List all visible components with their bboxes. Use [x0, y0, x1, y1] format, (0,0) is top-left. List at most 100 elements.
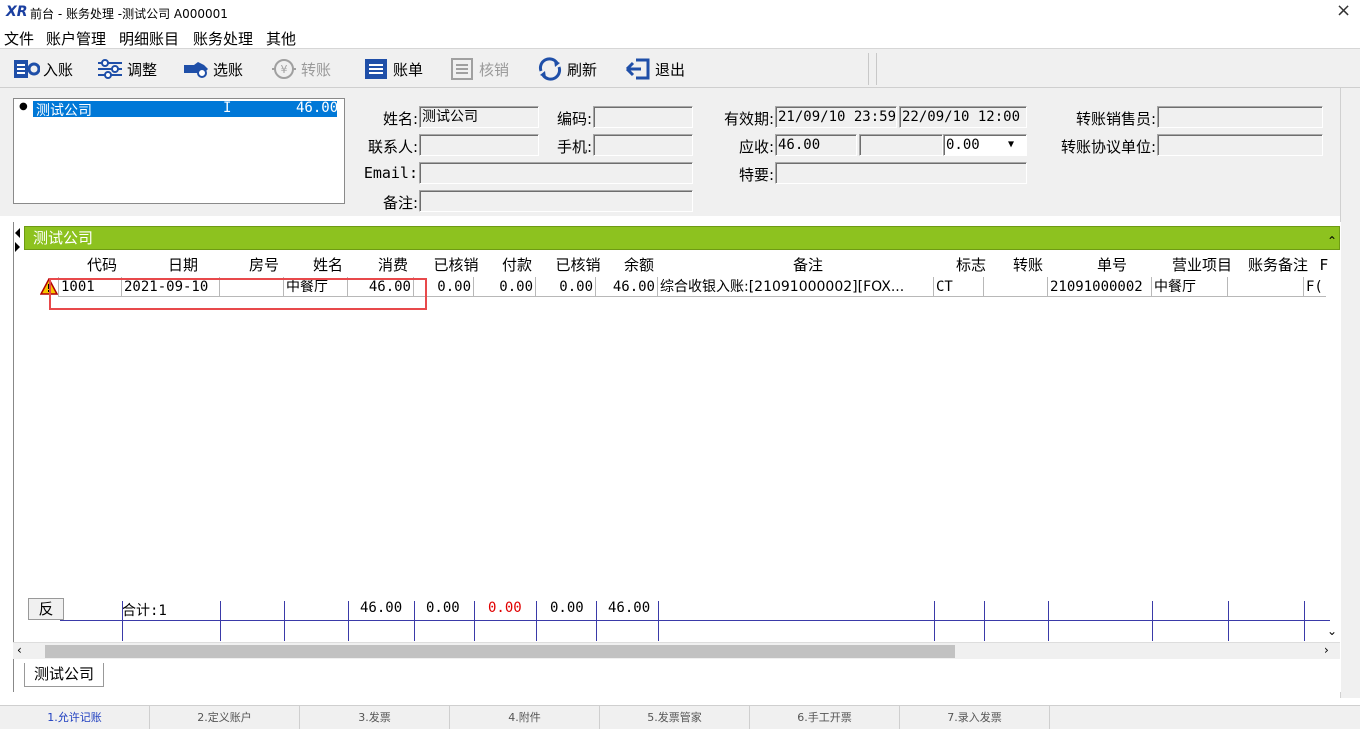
- reverse-button[interactable]: 反: [28, 598, 64, 620]
- status-invoice-manager[interactable]: 5.发票管家: [600, 706, 750, 729]
- col-header-business[interactable]: 营业项目: [1164, 254, 1240, 276]
- group-header[interactable]: 测试公司: [24, 226, 1340, 250]
- col-header-flag[interactable]: 标志: [946, 254, 996, 276]
- exit-arrow-icon: [624, 57, 652, 81]
- col-header-date[interactable]: 日期: [134, 254, 232, 276]
- name-label: 姓名:: [382, 110, 418, 128]
- agreement-field[interactable]: [1157, 134, 1323, 156]
- totals-underline: [60, 601, 1330, 641]
- horizontal-scrollbar[interactable]: ‹ ›: [13, 642, 1340, 659]
- contact-field[interactable]: [419, 134, 539, 156]
- col-header-verified-2[interactable]: 已核销: [548, 254, 608, 276]
- group-expand-icon[interactable]: [14, 226, 22, 254]
- col-header-payment[interactable]: 付款: [486, 254, 548, 276]
- remark-field[interactable]: [419, 190, 693, 212]
- column-divider: [474, 601, 475, 641]
- refresh-label: 刷新: [567, 60, 598, 79]
- select-account-label: 选账: [213, 60, 244, 79]
- col-header-balance[interactable]: 余额: [608, 254, 670, 276]
- column-divider: [934, 601, 935, 641]
- yen-transfer-icon: ¥: [270, 57, 298, 81]
- status-bar: 1.允许记账 2.定义账户 3.发票 4.附件 5.发票管家 6.手工开票 7.…: [0, 705, 1360, 729]
- cell-business: 中餐厅: [1152, 277, 1228, 297]
- account-amount: 46.00: [296, 100, 339, 116]
- menu-file[interactable]: 文件: [4, 28, 34, 49]
- account-list[interactable]: ● 测试公司 I 46.00: [13, 98, 345, 204]
- window-title: 前台 - 账务处理 -测试公司 A000001: [30, 7, 228, 21]
- refresh-button[interactable]: 刷新: [536, 53, 597, 85]
- name-field[interactable]: 测试公司: [419, 106, 539, 128]
- menu-other[interactable]: 其他: [266, 28, 296, 49]
- post-entry-icon: [12, 57, 41, 81]
- menu-account-management[interactable]: 账户管理: [46, 28, 106, 49]
- email-label: Email:: [363, 164, 418, 182]
- col-header-acct-remark[interactable]: 账务备注: [1240, 254, 1316, 276]
- code-field[interactable]: [593, 106, 693, 128]
- status-allow-posting[interactable]: 1.允许记账: [0, 706, 150, 729]
- account-name: 测试公司: [36, 103, 92, 119]
- status-manual-invoice[interactable]: 6.手工开票: [750, 706, 900, 729]
- col-header-extra[interactable]: F: [1316, 254, 1332, 276]
- chevron-down-icon[interactable]: ▼: [1008, 135, 1014, 155]
- salesperson-field[interactable]: [1157, 106, 1323, 128]
- column-divider: [348, 601, 349, 641]
- cell-remark: 综合收银入账:[21091000002][FOX...: [658, 277, 934, 297]
- receivable-select[interactable]: 0.00 ▼: [943, 134, 1027, 156]
- phone-field[interactable]: [593, 134, 693, 156]
- column-divider: [536, 601, 537, 641]
- col-header-name[interactable]: 姓名: [296, 254, 360, 276]
- scroll-left-icon[interactable]: ‹: [17, 643, 22, 657]
- account-type: I: [223, 100, 232, 116]
- toolbar: 入账 调整 选账 ¥ 转账 账单 核销 刷新 退出: [0, 48, 1360, 88]
- scroll-up-icon[interactable]: ⌃: [1327, 234, 1337, 248]
- status-invoice[interactable]: 3.发票: [300, 706, 450, 729]
- cell-acct-remark: [1228, 277, 1304, 297]
- col-header-consume[interactable]: 消费: [360, 254, 426, 276]
- totals-consume: 46.00: [360, 600, 403, 616]
- salesperson-label: 转账销售员:: [1075, 110, 1156, 128]
- scroll-right-icon[interactable]: ›: [1324, 643, 1329, 657]
- column-divider: [414, 601, 415, 641]
- scroll-down-icon[interactable]: ⌄: [1327, 624, 1337, 638]
- account-list-item[interactable]: ● 测试公司 I 46.00: [17, 100, 339, 119]
- totals-verified: 0.00: [426, 600, 460, 616]
- toolbar-separator: [868, 53, 869, 85]
- menu-accounting[interactable]: 账务处理: [193, 28, 253, 49]
- col-header-room[interactable]: 房号: [232, 254, 296, 276]
- writeoff-button[interactable]: 核销: [448, 53, 509, 85]
- menu-detail-accounts[interactable]: 明细账目: [119, 28, 179, 49]
- col-header-remark[interactable]: 备注: [670, 254, 946, 276]
- col-header-code[interactable]: 代码: [70, 254, 134, 276]
- totals-balance: 46.00: [608, 600, 651, 616]
- scrollbar-thumb[interactable]: [45, 645, 955, 658]
- status-enter-invoice[interactable]: 7.录入发票: [900, 706, 1050, 729]
- email-field[interactable]: [419, 162, 693, 184]
- col-header-transfer[interactable]: 转账: [996, 254, 1060, 276]
- col-header-bill-no[interactable]: 单号: [1060, 254, 1164, 276]
- valid-from-field[interactable]: 21/09/10 23:59: [775, 106, 897, 128]
- special-field[interactable]: [775, 162, 1027, 184]
- select-account-icon: [182, 57, 210, 81]
- receivable-mid-field[interactable]: [859, 134, 943, 156]
- post-entry-button[interactable]: 入账: [12, 53, 73, 85]
- totals-row: 反 合计:1 46.00 0.00 0.00 0.00 46.00: [26, 598, 1342, 620]
- col-header-verified[interactable]: 已核销: [426, 254, 486, 276]
- receivable-field[interactable]: 46.00: [775, 134, 857, 156]
- grid-header: 代码 日期 房号 姓名 消费 已核销 付款 已核销 余额 备注 标志 转账 单号…: [26, 254, 1342, 276]
- contact-label: 联系人:: [367, 138, 418, 156]
- select-account-button[interactable]: 选账: [182, 53, 243, 85]
- adjust-button[interactable]: 调整: [96, 53, 157, 85]
- cell-flag: CT: [934, 277, 984, 297]
- special-label: 特要:: [738, 166, 774, 184]
- status-define-account[interactable]: 2.定义账户: [150, 706, 300, 729]
- valid-to-field[interactable]: 22/09/10 12:00: [899, 106, 1027, 128]
- column-divider: [1304, 601, 1305, 641]
- tab-account[interactable]: 测试公司: [24, 663, 104, 687]
- close-icon[interactable]: ×: [1336, 0, 1351, 21]
- exit-button[interactable]: 退出: [624, 53, 685, 85]
- bill-button[interactable]: 账单: [362, 53, 423, 85]
- validity-label: 有效期:: [723, 110, 774, 128]
- status-attachment[interactable]: 4.附件: [450, 706, 600, 729]
- toolbar-separator: [876, 53, 877, 85]
- transfer-button[interactable]: ¥ 转账: [270, 53, 331, 85]
